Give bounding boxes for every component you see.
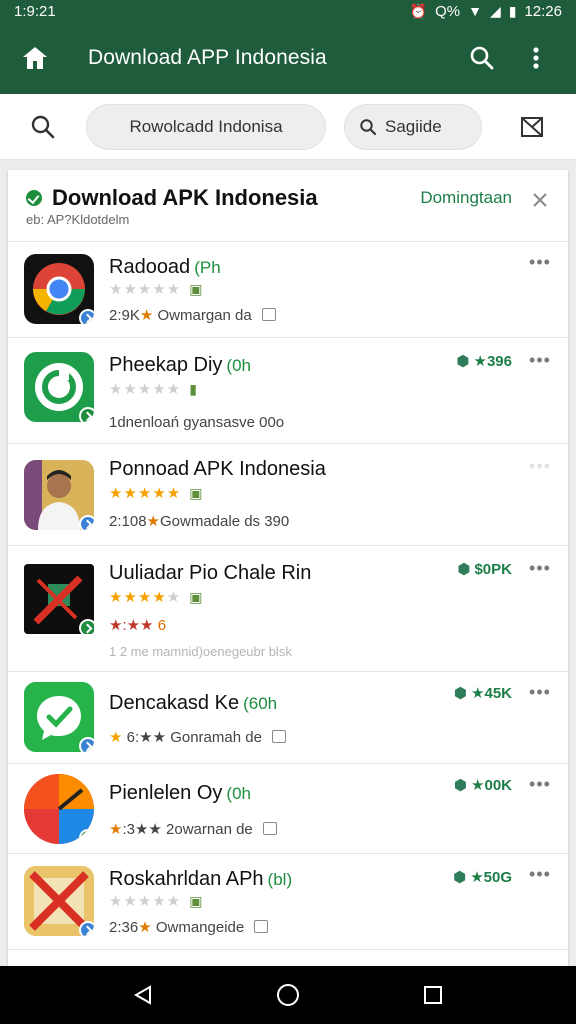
search-button[interactable] xyxy=(464,40,500,76)
close-button[interactable] xyxy=(528,188,552,212)
search-icon xyxy=(470,46,494,70)
card-title: Download APK Indonesia xyxy=(52,185,318,210)
app-name: Dencakasd Ke (60h xyxy=(109,692,278,714)
app-name: Pheekap Diy (0h xyxy=(109,354,251,376)
app-name: Radooad (Ph xyxy=(109,256,221,278)
search-chip-label: Sagiide xyxy=(385,116,442,136)
back-icon xyxy=(133,985,151,1005)
more-button[interactable]: ••• xyxy=(528,558,552,578)
back-button[interactable] xyxy=(123,975,163,1015)
app-price: ⬢ ★45K xyxy=(453,685,512,702)
more-vert-icon xyxy=(533,47,539,69)
more-button[interactable]: ••• xyxy=(528,456,552,476)
app-icon xyxy=(24,352,94,422)
search-icon xyxy=(31,115,55,138)
more-button[interactable]: ••• xyxy=(528,350,552,370)
card-subtitle: eb: AP?Kldotdelm xyxy=(26,212,130,227)
app-icon xyxy=(24,682,94,752)
rating-stars: ★★★★★ ▣ xyxy=(109,589,204,606)
home-circle-icon xyxy=(276,984,299,1006)
recents-button[interactable] xyxy=(413,975,453,1015)
download-icon xyxy=(254,920,269,933)
app-meta: ★ 6:★★ Gonramah de xyxy=(109,728,286,746)
download-icon xyxy=(271,730,286,743)
app-name: Roskahrldan APh (bl) xyxy=(109,868,293,890)
wifi-icon: ▼ xyxy=(468,3,482,19)
app-icon xyxy=(24,254,94,324)
rating-stars: ★★★★★ ▣ xyxy=(109,893,204,910)
app-price: ⬢ $0PK xyxy=(457,561,512,578)
signal-icon: ◢ xyxy=(489,2,501,19)
filter-button[interactable] xyxy=(512,104,552,150)
app-price: ⬢ ★50G xyxy=(453,869,512,886)
app-name: Uuliadar Pio Chale Rin xyxy=(109,562,312,584)
badge-icon xyxy=(79,309,94,324)
app-icon xyxy=(24,866,94,936)
app-meta: 1 2 me mamnid)oenegeubr blsk xyxy=(109,644,292,659)
status-bar: 1:9:21 ⏰ Q% ▼ ◢ ▮ 12:26 xyxy=(0,0,576,22)
rating-stars: ★★★★★ ▣ xyxy=(109,281,204,298)
verified-icon xyxy=(26,190,42,206)
app-price: ⬢ ★396 xyxy=(456,353,512,370)
download-icon xyxy=(261,308,276,321)
app-title: Download APP Indonesia xyxy=(88,46,327,69)
home-button[interactable] xyxy=(0,22,70,94)
app-name: Ponnoad APK Indonesia xyxy=(109,458,326,480)
app-price: ⬢ ★00K xyxy=(453,777,512,794)
badge-icon xyxy=(79,829,94,844)
more-button[interactable]: ••• xyxy=(528,252,552,272)
status-time-left: 1:9:21 xyxy=(14,2,56,20)
app-meta: 2:9K★ Owmargan da xyxy=(109,306,276,324)
app-bar: Download APP Indonesia xyxy=(0,22,576,94)
search-icon xyxy=(360,118,377,135)
alarm-icon: ⏰ xyxy=(409,2,428,19)
results-card: Download APK Indonesia eb: AP?Kldotdelm … xyxy=(8,170,568,966)
overflow-menu-button[interactable] xyxy=(518,40,554,76)
list-item[interactable]: Pheekap Diy (0h ★★★★★ ▮ 1dnenloań gyansasv… xyxy=(8,338,568,444)
app-icon xyxy=(24,460,94,530)
recents-icon xyxy=(424,986,443,1004)
battery-icon: ▮ xyxy=(508,2,517,19)
download-icon xyxy=(262,822,277,835)
list-item[interactable]: Radooad (Ph ★★★★★ ▣ 2:9K★ Owmargan da ••• xyxy=(8,242,568,338)
app-meta: 2:108★Gowmadale ds 390 xyxy=(109,513,290,530)
badge-icon xyxy=(79,619,94,634)
list-item[interactable]: Ponnoad APK Indonesia ★★★★★ ▣ 2:108★Gowma… xyxy=(8,444,568,546)
status-time-right: 12:26 xyxy=(524,2,562,20)
system-nav-bar xyxy=(0,966,576,1024)
status-icons: ⏰ Q% ▼ ◢ ▮ 12:26 xyxy=(410,3,562,20)
list-item[interactable]: Dencakasd Ke (60h ★ 6:★★ Gonramah de ⬢ ★45… xyxy=(8,672,568,764)
more-button[interactable]: ••• xyxy=(528,682,552,702)
rating-line: ★:★★ 6 xyxy=(109,617,167,634)
list-item[interactable]: Uuliadar Pio Chale Rin ★★★★★ ▣ ★:★★ 6 1 2… xyxy=(8,546,568,672)
list-item[interactable]: Pienlelen Oy (0h ★:3★★ 2owarnan de ⬢ ★00K … xyxy=(8,764,568,854)
app-icon xyxy=(24,774,94,844)
badge-icon xyxy=(79,737,94,752)
badge-icon xyxy=(79,515,94,530)
rating-stars: ★★★★★ ▮ xyxy=(109,381,198,398)
more-button[interactable]: ••• xyxy=(528,864,552,884)
app-icon xyxy=(24,564,94,634)
rating-stars: ★★★★★ ▣ xyxy=(109,485,204,502)
more-button[interactable]: ••• xyxy=(528,774,552,794)
search-chip[interactable]: Sagiide xyxy=(344,103,482,150)
app-meta: 1dnenloań gyansasve 00o xyxy=(109,414,285,431)
app-meta: 2:36★ Owmangeide xyxy=(109,918,269,936)
app-name: Pienlelen Oy (0h xyxy=(109,782,251,804)
badge-icon xyxy=(79,921,94,936)
card-header: Download APK Indonesia eb: AP?Kldotdelm … xyxy=(8,170,568,242)
app-meta: ★:3★★ 2owarnan de xyxy=(109,820,277,838)
home-icon xyxy=(23,47,47,69)
filter-icon xyxy=(521,116,543,137)
search-row: Rowolcadd Indonisa Sagiide xyxy=(0,94,576,160)
battery-percent: Q% xyxy=(435,2,461,20)
search-input[interactable]: Rowolcadd Indonisa xyxy=(86,103,326,150)
close-icon xyxy=(533,193,547,207)
card-link[interactable]: Domingtaan xyxy=(420,188,512,208)
search-lead-button[interactable] xyxy=(0,94,86,160)
badge-icon xyxy=(79,407,94,422)
home-nav-button[interactable] xyxy=(268,975,308,1015)
list-item[interactable]: Roskahrldan APh (bl) ★★★★★ ▣ 2:36★ Owmange… xyxy=(8,854,568,950)
